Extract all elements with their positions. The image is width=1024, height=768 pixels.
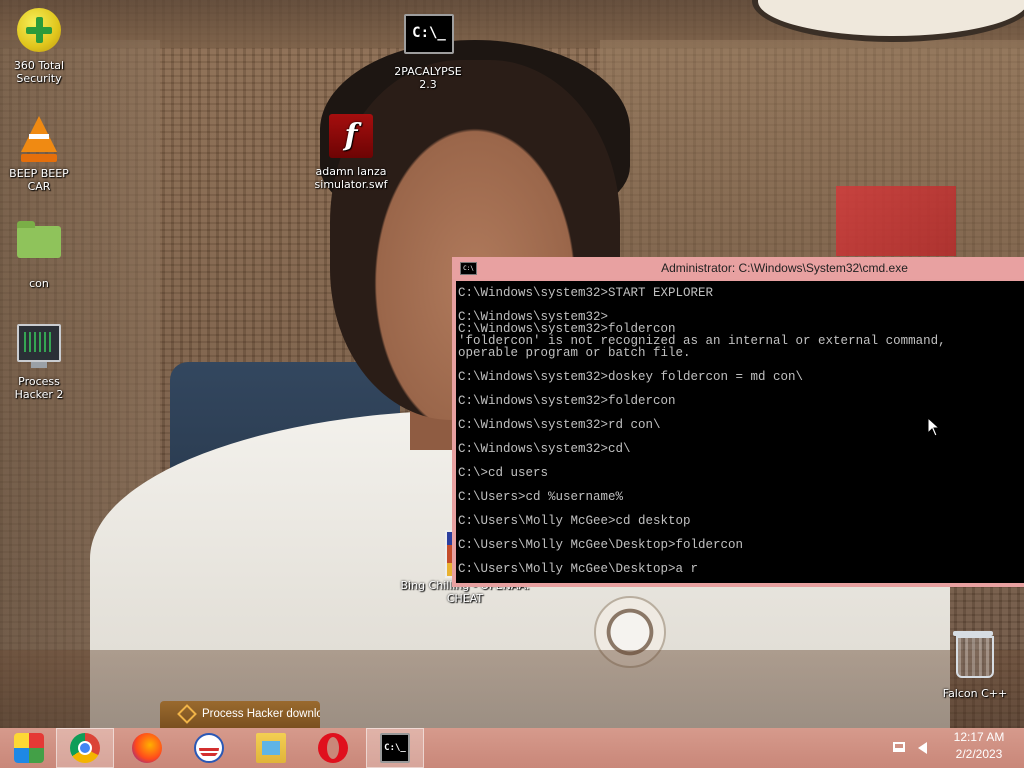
download-notification[interactable]: Process Hacker downlo <box>160 701 320 728</box>
console-line: C:\Users\Molly McGee\Desktop>a r <box>458 562 699 576</box>
desktop-icon-swf-file[interactable]: f adamn lanza simulator.swf <box>312 112 390 191</box>
console-line: C:\Users>cd %username% <box>458 490 624 504</box>
cmd-icon: C:\_ <box>380 733 410 763</box>
flash-file-icon: f <box>329 114 373 158</box>
clock-time: 12:17 AM <box>953 730 1005 744</box>
desktop-icon-label: 360 Total Security <box>13 59 65 85</box>
desktop-icon-360-total-security[interactable]: 360 Total Security <box>0 6 78 85</box>
desktop-icon-label: adamn lanza simulator.swf <box>314 165 388 191</box>
wallpaper-table <box>0 650 1024 728</box>
taskbar-cmd[interactable]: C:\_ <box>366 728 424 768</box>
console-line: C:\Windows\system32>foldercon <box>458 394 676 408</box>
console-line: C:\Windows\system32>START EXPLORER <box>458 286 714 300</box>
notification-text: Process Hacker downlo <box>202 708 320 720</box>
taskbar: C:\_ <box>0 728 1024 768</box>
taskbar-opera[interactable] <box>304 728 362 768</box>
folder-icon <box>17 221 61 258</box>
desktop-icon-beep-beep-car[interactable]: BEEP BEEP CAR <box>0 112 78 193</box>
console-line: C:\Windows\system32>doskey foldercon = m… <box>458 370 804 384</box>
desktop-icon-con-folder[interactable]: con <box>0 216 78 290</box>
desktop-icon-label: 2PACALYPSE 2.3 <box>394 65 462 91</box>
network-tray[interactable] <box>893 728 909 768</box>
firefox-icon <box>132 733 162 763</box>
cmd-titlebar[interactable]: C:\ Administrator: C:\Windows\System32\c… <box>452 257 1024 279</box>
recycle-bin-icon <box>953 631 994 678</box>
console-line: C:\Users\Molly McGee\Desktop>foldercon <box>458 538 744 552</box>
taskbar-firefox[interactable] <box>118 728 176 768</box>
download-diamond-icon <box>177 704 197 724</box>
console-line: operable program or batch file. <box>458 346 691 360</box>
desktop-icon-process-hacker[interactable]: Process Hacker 2 <box>0 320 78 401</box>
start-button[interactable] <box>0 728 58 768</box>
desktop-icon-2pacalypse[interactable]: C:\_ 2PACALYPSE 2.3 <box>389 10 467 91</box>
volume-tray[interactable] <box>916 728 934 768</box>
shield-plus-icon <box>17 8 61 52</box>
monitor-graph-icon <box>17 324 61 368</box>
speaker-icon <box>918 742 927 754</box>
windows-logo-icon <box>14 733 44 763</box>
taskbar-obama-app[interactable] <box>180 728 238 768</box>
console-line: C:\Windows\system32>cd\ <box>458 442 631 456</box>
desktop-icon-label: Process Hacker 2 <box>14 375 64 401</box>
opera-icon <box>318 733 348 763</box>
cmd-window-title: Administrator: C:\Windows\System32\cmd.e… <box>661 261 908 275</box>
console-line: C:\Users\Molly McGee>cd desktop <box>458 514 691 528</box>
clock-date: 2/2/2023 <box>955 747 1003 761</box>
taskbar-file-explorer[interactable] <box>242 728 300 768</box>
wallpaper-right-wall <box>600 40 1024 260</box>
file-explorer-icon <box>256 733 286 763</box>
obama-logo-icon <box>194 733 224 763</box>
desktop-icon-label: Falcon C++ <box>942 687 1008 700</box>
terminal-icon: C:\_ <box>404 14 454 54</box>
taskbar-chrome[interactable] <box>56 728 114 768</box>
taskbar-clock[interactable]: 12:17 AM 2/2/2023 <box>940 729 1018 763</box>
desktop-icon-label: BEEP BEEP CAR <box>9 167 69 193</box>
network-icon <box>893 742 905 752</box>
chrome-icon <box>70 733 100 763</box>
console-line: C:\>cd users <box>458 466 549 480</box>
desktop-icon-label: con <box>29 277 49 290</box>
wallpaper-red-sign <box>836 186 956 256</box>
desktop-icon-falcon-cpp[interactable]: Falcon C++ <box>936 630 1014 700</box>
